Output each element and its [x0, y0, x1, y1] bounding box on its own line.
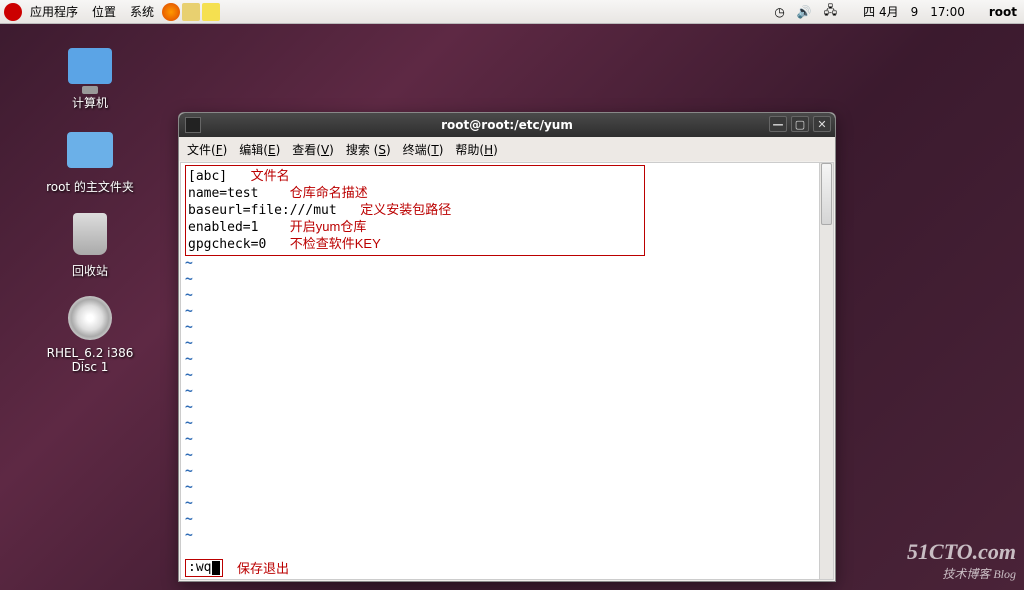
menu-terminal[interactable]: 终端(T)	[399, 138, 448, 161]
vim-command: :wq	[188, 560, 211, 576]
terminal-area[interactable]: [abc] 文件名 name=test 仓库命名描述 baseurl=file:…	[180, 162, 834, 580]
network-icon[interactable]: 🖧	[821, 0, 840, 24]
vim-tilde: ~	[185, 528, 829, 544]
trash-icon	[73, 213, 107, 255]
vim-tilde: ~	[185, 272, 829, 288]
cursor-icon	[212, 561, 220, 575]
redhat-icon	[4, 3, 22, 21]
desktop-icon-home[interactable]: root 的主文件夹	[40, 126, 140, 195]
minimize-button[interactable]: —	[769, 116, 787, 132]
term-line: enabled=1	[188, 220, 258, 235]
vim-tilde: ~	[185, 496, 829, 512]
term-line: gpgcheck=0	[188, 237, 266, 252]
maximize-button[interactable]: ▢	[791, 116, 809, 132]
volume-icon[interactable]: 🔊	[794, 3, 815, 21]
scrollbar[interactable]	[819, 163, 833, 579]
folder-icon	[67, 132, 113, 168]
vim-tilde: ~	[185, 320, 829, 336]
annotation: 文件名	[251, 168, 290, 183]
desktop-label: 回收站	[40, 262, 140, 279]
vim-command-box: :wq	[185, 559, 223, 577]
close-button[interactable]: ✕	[813, 116, 831, 132]
term-line: baseurl=file:///mut	[188, 203, 337, 218]
top-panel: 应用程序 位置 系统 ◷ 🔊 🖧 四 4月 9 17:00 root	[0, 0, 1024, 24]
watermark: 51CTO.com 技术博客 Blog	[907, 539, 1016, 582]
vim-tilde: ~	[185, 304, 829, 320]
clock-time[interactable]: 17:00	[927, 3, 968, 21]
desktop-label: 计算机	[40, 94, 140, 111]
terminal-window: root@root:/etc/yum — ▢ ✕ 文件(F) 编辑(E) 查看(…	[178, 112, 836, 582]
user-menu[interactable]: root	[986, 3, 1020, 21]
term-line: name=test	[188, 186, 258, 201]
desktop-label: RHEL_6.2 i386 Disc 1	[40, 346, 140, 374]
clock-date[interactable]: 四 4月	[860, 1, 901, 22]
vim-tilde: ~	[185, 480, 829, 496]
annotation: 不检查软件KEY	[290, 236, 381, 251]
annotation-saveexit: 保存退出	[237, 561, 289, 577]
vim-tilde: ~	[185, 512, 829, 528]
desktop-label: root 的主文件夹	[40, 178, 140, 195]
vim-tilde: ~	[185, 336, 829, 352]
vim-tilde: ~	[185, 288, 829, 304]
menu-edit[interactable]: 编辑(E)	[235, 138, 284, 161]
dvd-icon	[68, 296, 112, 340]
desktop-icon-dvd[interactable]: RHEL_6.2 i386 Disc 1	[40, 294, 140, 374]
note-icon[interactable]	[202, 3, 220, 21]
vim-tilde: ~	[185, 368, 829, 384]
menu-system[interactable]: 系统	[124, 1, 160, 22]
menu-help[interactable]: 帮助(H)	[451, 138, 501, 161]
computer-icon	[68, 48, 112, 84]
desktop-icon-computer[interactable]: 计算机	[40, 42, 140, 111]
annotation-box: [abc] 文件名 name=test 仓库命名描述 baseurl=file:…	[185, 165, 645, 256]
menubar: 文件(F) 编辑(E) 查看(V) 搜索 (S) 终端(T) 帮助(H)	[179, 137, 835, 161]
vim-tilde: ~	[185, 432, 829, 448]
vim-tilde: ~	[185, 256, 829, 272]
desktop-icon-trash[interactable]: 回收站	[40, 210, 140, 279]
menu-search[interactable]: 搜索 (S)	[342, 138, 395, 161]
window-icon	[185, 117, 201, 133]
vim-tilde: ~	[185, 352, 829, 368]
menu-file[interactable]: 文件(F)	[183, 138, 231, 161]
annotation: 开启yum仓库	[290, 219, 367, 234]
vim-tilde: ~	[185, 400, 829, 416]
vim-tilde: ~	[185, 416, 829, 432]
annotation: 定义安装包路径	[360, 202, 451, 217]
menu-applications[interactable]: 应用程序	[24, 1, 84, 22]
annotation: 仓库命名描述	[290, 185, 368, 200]
titlebar[interactable]: root@root:/etc/yum — ▢ ✕	[179, 113, 835, 137]
panel-right: ◷ 🔊 🖧 四 4月 9 17:00 root	[771, 0, 1020, 24]
window-title: root@root:/etc/yum	[441, 118, 573, 132]
vim-tilde: ~	[185, 384, 829, 400]
vim-tilde: ~	[185, 464, 829, 480]
menu-view[interactable]: 查看(V)	[288, 138, 338, 161]
cpu-icon[interactable]: ◷	[771, 3, 787, 21]
menu-places[interactable]: 位置	[86, 1, 122, 22]
clock-day[interactable]: 9	[908, 3, 922, 21]
term-line: [abc]	[188, 169, 227, 184]
watermark-text: 51CTO.com	[907, 539, 1016, 565]
firefox-icon[interactable]	[162, 3, 180, 21]
mail-icon[interactable]	[182, 3, 200, 21]
vim-tilde: ~	[185, 448, 829, 464]
